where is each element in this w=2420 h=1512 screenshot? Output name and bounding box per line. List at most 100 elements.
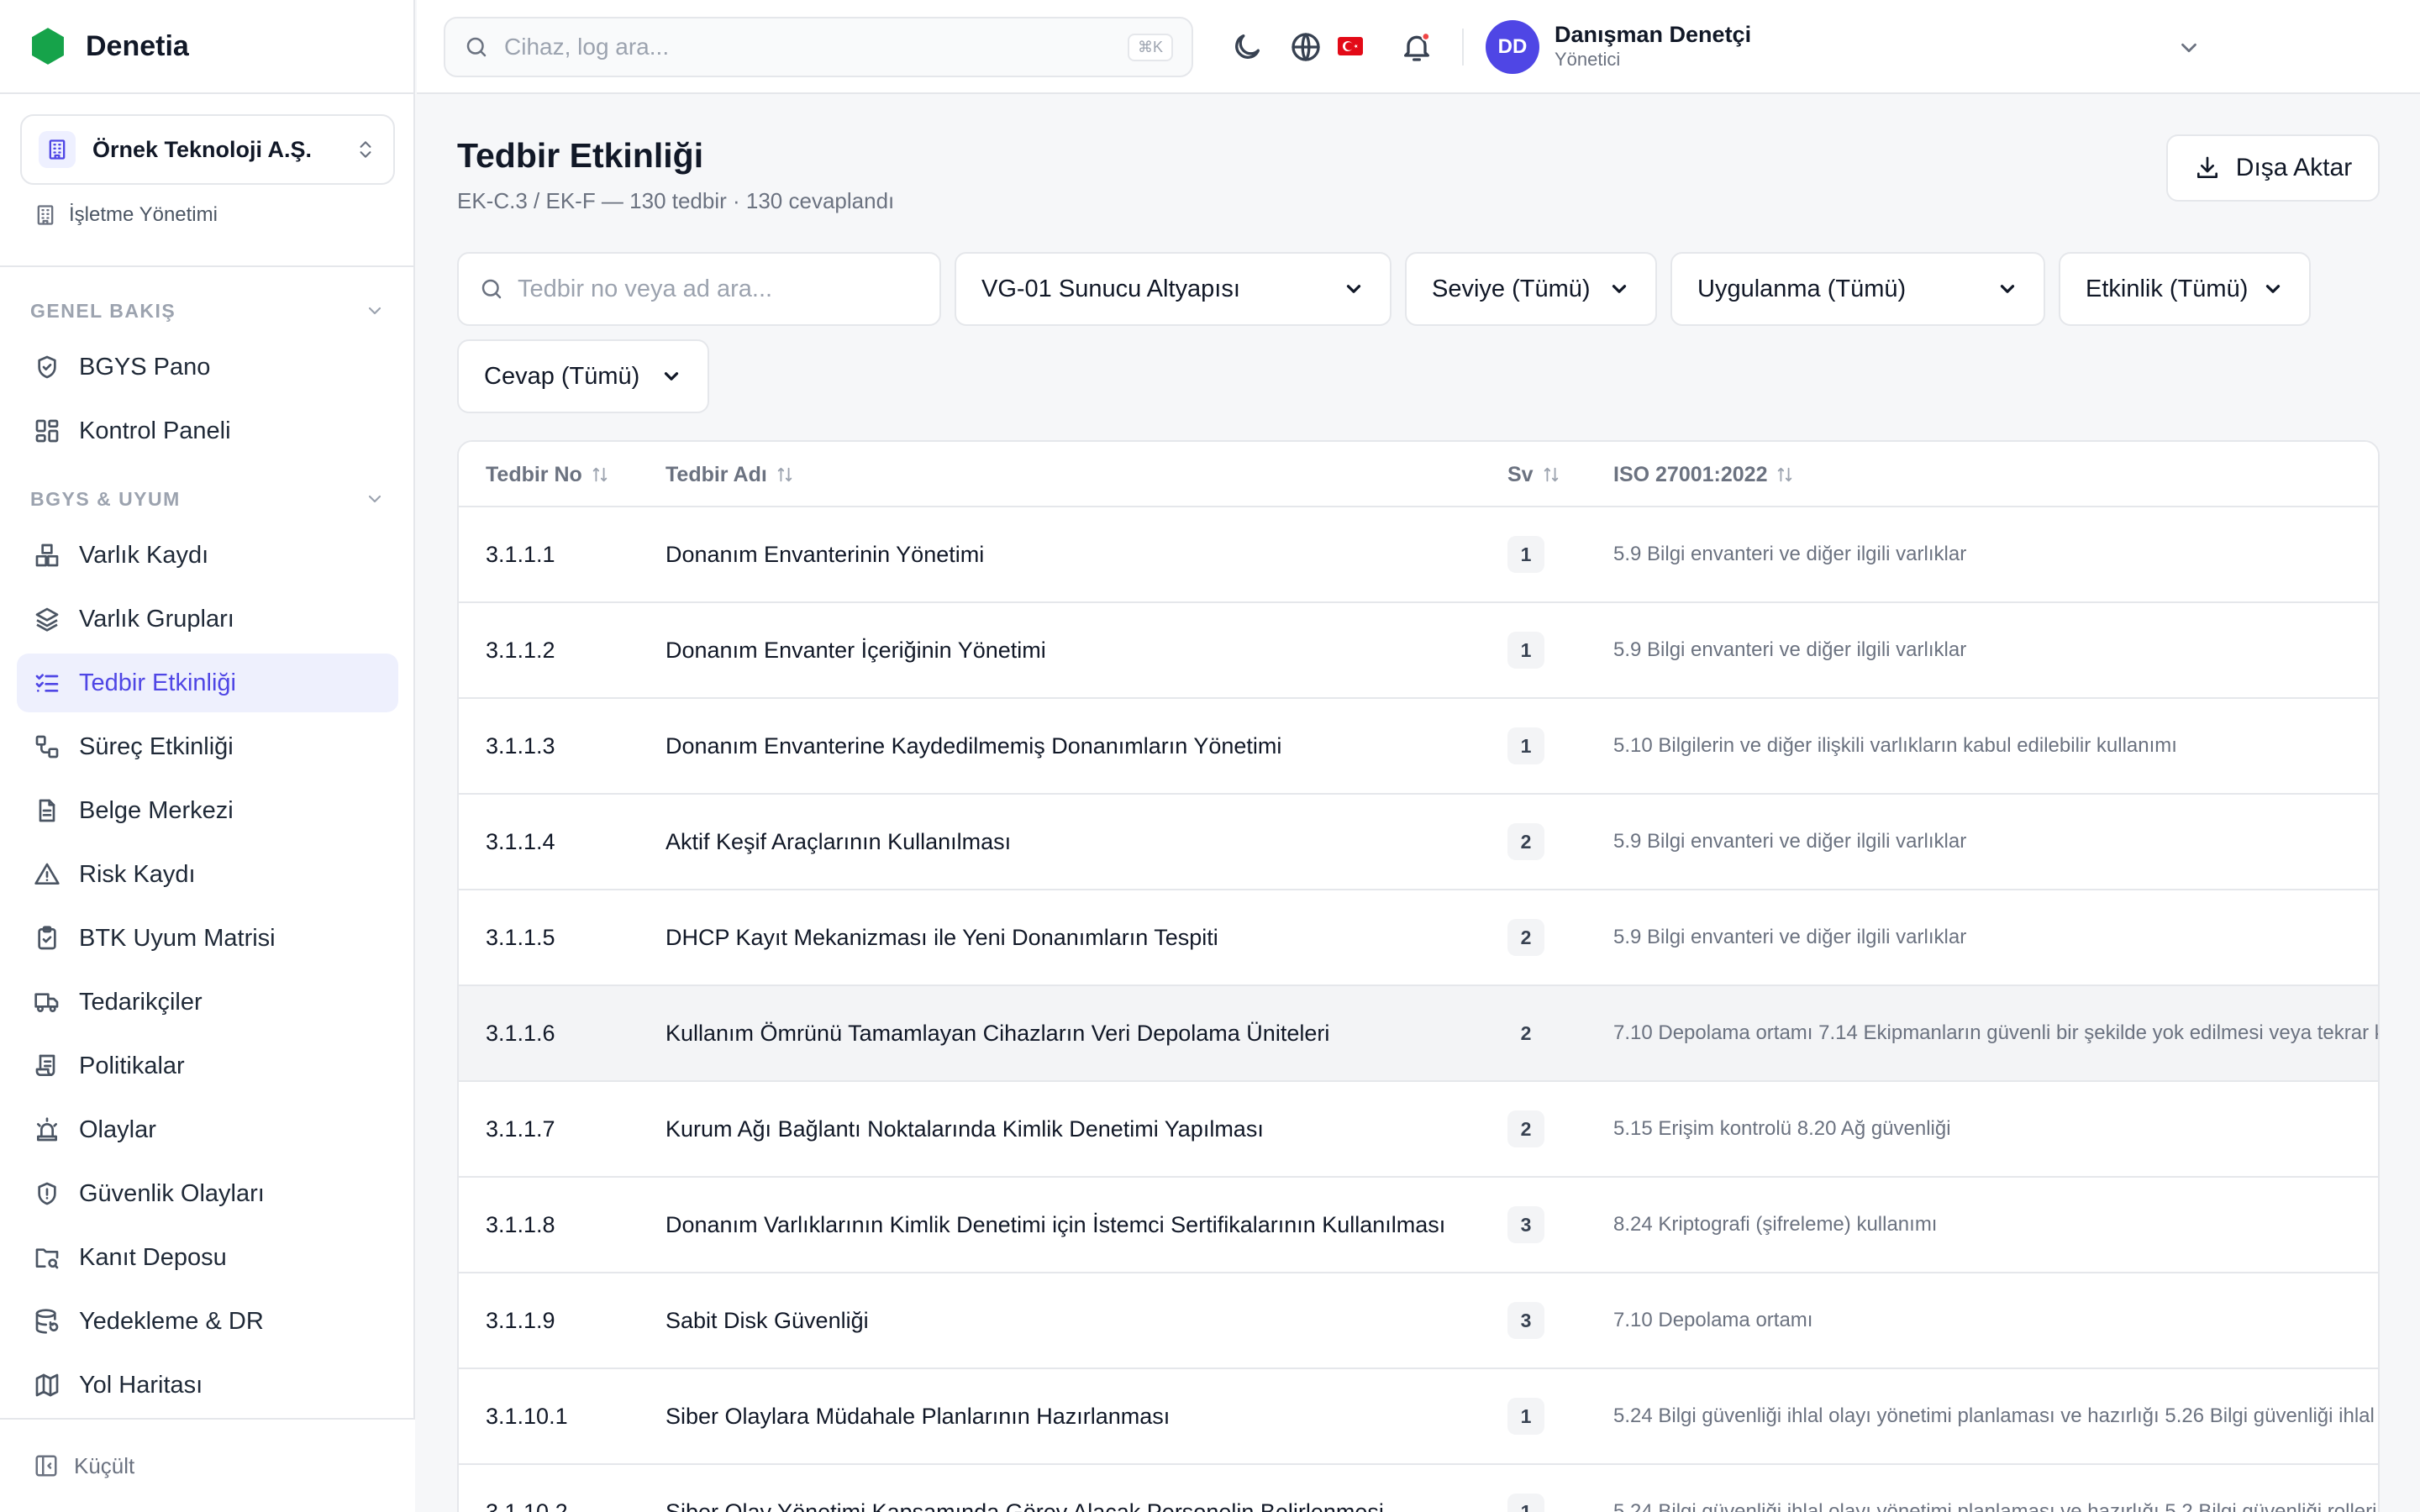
business-management-link[interactable]: İşletme Yönetimi <box>34 203 218 227</box>
answer-select[interactable]: Cevap (Tümü) <box>457 339 709 413</box>
business-management-label: İşletme Yönetimi <box>69 203 218 226</box>
column-header-measure-no[interactable]: Tedbir No <box>486 442 609 507</box>
measure-name: Kurum Ağı Bağlantı Noktalarında Kimlik D… <box>666 1116 1264 1142</box>
table-row[interactable]: 3.1.1.5 DHCP Kayıt Mekanizması ile Yeni … <box>459 890 2378 986</box>
sidebar-item-risk-kaydi[interactable]: Risk Kaydı <box>17 845 398 904</box>
database-backup-icon <box>35 1309 59 1334</box>
table-row-hovered[interactable]: 3.1.1.6 Kullanım Ömrünü Tamamlayan Cihaz… <box>459 986 2378 1082</box>
answer-value: Cevap (Tümü) <box>484 362 640 390</box>
brand[interactable]: Denetia <box>0 0 413 94</box>
global-search-input[interactable]: Cihaz, log ara... ⌘K <box>444 17 1193 77</box>
sidebar-item-btk-uyum-matrisi[interactable]: BTK Uyum Matrisi <box>17 909 398 968</box>
sidebar-item-label: Politikalar <box>79 1052 185 1079</box>
level-cell: 3 <box>1507 1273 1544 1368</box>
level-select[interactable]: Seviye (Tümü) <box>1405 252 1657 326</box>
user-avatar[interactable]: DD <box>1486 20 1539 74</box>
chevron-down-icon <box>1346 285 1361 293</box>
sidebar-item-guvenlik-olaylari[interactable]: Güvenlik Olayları <box>17 1164 398 1223</box>
workflow-icon <box>35 735 59 759</box>
measure-name: Siber Olay Yönetimi Kapsamında Görev Ala… <box>666 1499 1384 1512</box>
chevron-down-icon <box>2000 285 2015 293</box>
table-row[interactable]: 3.1.1.3 Donanım Envanterine Kaydedilmemi… <box>459 699 2378 795</box>
sidebar-item-surec-etkinligi[interactable]: Süreç Etkinliği <box>17 717 398 776</box>
column-label: ISO 27001:2022 <box>1613 462 1768 486</box>
table-row[interactable]: 3.1.1.1 Donanım Envanterinin Yönetimi 1 … <box>459 507 2378 603</box>
measure-no: 3.1.1.9 <box>486 1307 555 1333</box>
level-badge: 1 <box>1507 632 1544 669</box>
table-row[interactable]: 3.1.10.1 Siber Olaylara Müdahale Planlar… <box>459 1369 2378 1465</box>
sidebar-item-tedbir-etkinligi[interactable]: Tedbir Etkinliği <box>17 654 398 712</box>
search-icon <box>466 37 487 57</box>
measure-no: 3.1.1.4 <box>486 828 555 854</box>
table-row[interactable]: 3.1.10.2 Siber Olay Yönetimi Kapsamında … <box>459 1465 2378 1512</box>
user-name[interactable]: Danışman Denetçi <box>1555 22 1751 48</box>
sidebar-item-label: Varlık Kaydı <box>79 541 209 569</box>
asset-group-select[interactable]: VG-01 Sunucu Altyapısı <box>955 252 1392 326</box>
sidebar-item-varlik-gruplari[interactable]: Varlık Grupları <box>17 590 398 648</box>
level-badge: 3 <box>1507 1302 1544 1339</box>
export-button[interactable]: Dışa Aktar <box>2166 134 2380 202</box>
column-header-iso[interactable]: ISO 27001:2022 <box>1613 442 1794 507</box>
iso-reference: 8.24 Kriptografi (şifreleme) kullanımı <box>1613 1213 1938 1236</box>
level-badge: 1 <box>1507 1494 1544 1512</box>
sidebar-item-kontrol-paneli[interactable]: Kontrol Paneli <box>17 402 398 460</box>
table-row[interactable]: 3.1.1.7 Kurum Ağı Bağlantı Noktalarında … <box>459 1082 2378 1178</box>
measure-no: 3.1.10.1 <box>486 1403 568 1429</box>
clipboard-check-icon <box>38 926 56 950</box>
column-header-measure-name[interactable]: Tedbir Adı <box>666 442 794 507</box>
sort-arrows-icon <box>1778 467 1792 482</box>
table-row[interactable]: 3.1.1.2 Donanım Envanter İçeriğinin Yöne… <box>459 603 2378 699</box>
measure-name: Sabit Disk Güvenliği <box>666 1307 869 1333</box>
user-menu-chevron-down-icon[interactable] <box>2176 35 2202 60</box>
sidebar-item-label: Belge Merkezi <box>79 796 234 824</box>
level-cell: 3 <box>1507 1178 1544 1272</box>
sidebar-item-olaylar[interactable]: Olaylar <box>17 1100 398 1159</box>
measure-no: 3.1.1.8 <box>486 1211 555 1237</box>
sidebar-item-label: Varlık Grupları <box>79 605 234 633</box>
nav-section-overview[interactable]: GENEL BAKIŞ <box>0 289 415 333</box>
column-label: Tedbir Adı <box>666 462 767 486</box>
table-row[interactable]: 3.1.1.4 Aktif Keşif Araçlarının Kullanıl… <box>459 795 2378 890</box>
measure-no: 3.1.1.2 <box>486 637 555 663</box>
sidebar-item-label: Yol Haritası <box>79 1371 203 1399</box>
sidebar-item-yol-haritasi[interactable]: Yol Haritası <box>17 1356 398 1415</box>
level-badge: 1 <box>1507 1398 1544 1435</box>
sidebar-item-label: Yedekleme & DR <box>79 1307 264 1335</box>
language-globe-icon[interactable] <box>1289 30 1323 64</box>
iso-reference: 7.10 Depolama ortamı 7.14 Ekipmanların g… <box>1613 1021 2380 1044</box>
download-icon <box>2196 156 2217 178</box>
table-header: Tedbir No Tedbir Adı Sv ISO 27001:2022 <box>459 442 2378 507</box>
measure-name: Donanım Envanter İçeriğinin Yönetimi <box>666 637 1046 663</box>
nav-section-bgys[interactable]: BGYS & UYUM <box>0 477 415 521</box>
effectiveness-select[interactable]: Etkinlik (Tümü) <box>2059 252 2311 326</box>
sidebar-item-tedarikciler[interactable]: Tedarikçiler <box>17 973 398 1032</box>
iso-reference: 5.24 Bilgi güvenliği ihlal olayı yönetim… <box>1613 1404 2378 1427</box>
sidebar-item-kanit-deposu[interactable]: Kanıt Deposu <box>17 1228 398 1287</box>
sidebar-item-yedekleme-dr[interactable]: Yedekleme & DR <box>17 1292 398 1351</box>
truck-icon <box>34 993 59 1012</box>
level-badge: 2 <box>1507 823 1544 860</box>
implementation-value: Uygulanma (Tümü) <box>1697 275 1907 302</box>
implementation-select[interactable]: Uygulanma (Tümü) <box>1670 252 2045 326</box>
sidebar-item-varlik-kaydi[interactable]: Varlık Kaydı <box>17 526 398 585</box>
collapse-sidebar-button[interactable]: Küçült <box>0 1418 415 1512</box>
measure-search-input[interactable]: Tedbir no veya ad ara... <box>457 252 941 326</box>
sidebar-item-politikalar[interactable]: Politikalar <box>17 1037 398 1095</box>
organization-selector[interactable]: Örnek Teknoloji A.Ş. <box>20 114 395 185</box>
siren-icon <box>37 1117 57 1142</box>
level-cell: 1 <box>1507 699 1544 793</box>
column-header-level[interactable]: Sv <box>1507 442 1560 507</box>
effectiveness-value: Etkinlik (Tümü) <box>2086 275 2249 302</box>
dark-mode-toggle-icon[interactable] <box>1230 30 1264 64</box>
iso-reference: 5.9 Bilgi envanteri ve diğer ilgili varl… <box>1613 543 1967 565</box>
turkish-flag-icon[interactable] <box>1338 37 1363 55</box>
level-badge: 2 <box>1507 1110 1544 1147</box>
sidebar-item-bgys-pano[interactable]: BGYS Pano <box>17 338 398 396</box>
notification-bell-icon[interactable] <box>1400 30 1434 64</box>
table-row[interactable]: 3.1.1.9 Sabit Disk Güvenliği 3 7.10 Depo… <box>459 1273 2378 1369</box>
sidebar-item-belge-merkezi[interactable]: Belge Merkezi <box>17 781 398 840</box>
table-row[interactable]: 3.1.1.8 Donanım Varlıklarının Kimlik Den… <box>459 1178 2378 1273</box>
level-cell: 2 <box>1507 1082 1544 1176</box>
dashboard-grid-icon <box>35 419 59 443</box>
iso-reference: 5.24 Bilgi güvenliği ihlal olayı yönetim… <box>1613 1500 2377 1512</box>
